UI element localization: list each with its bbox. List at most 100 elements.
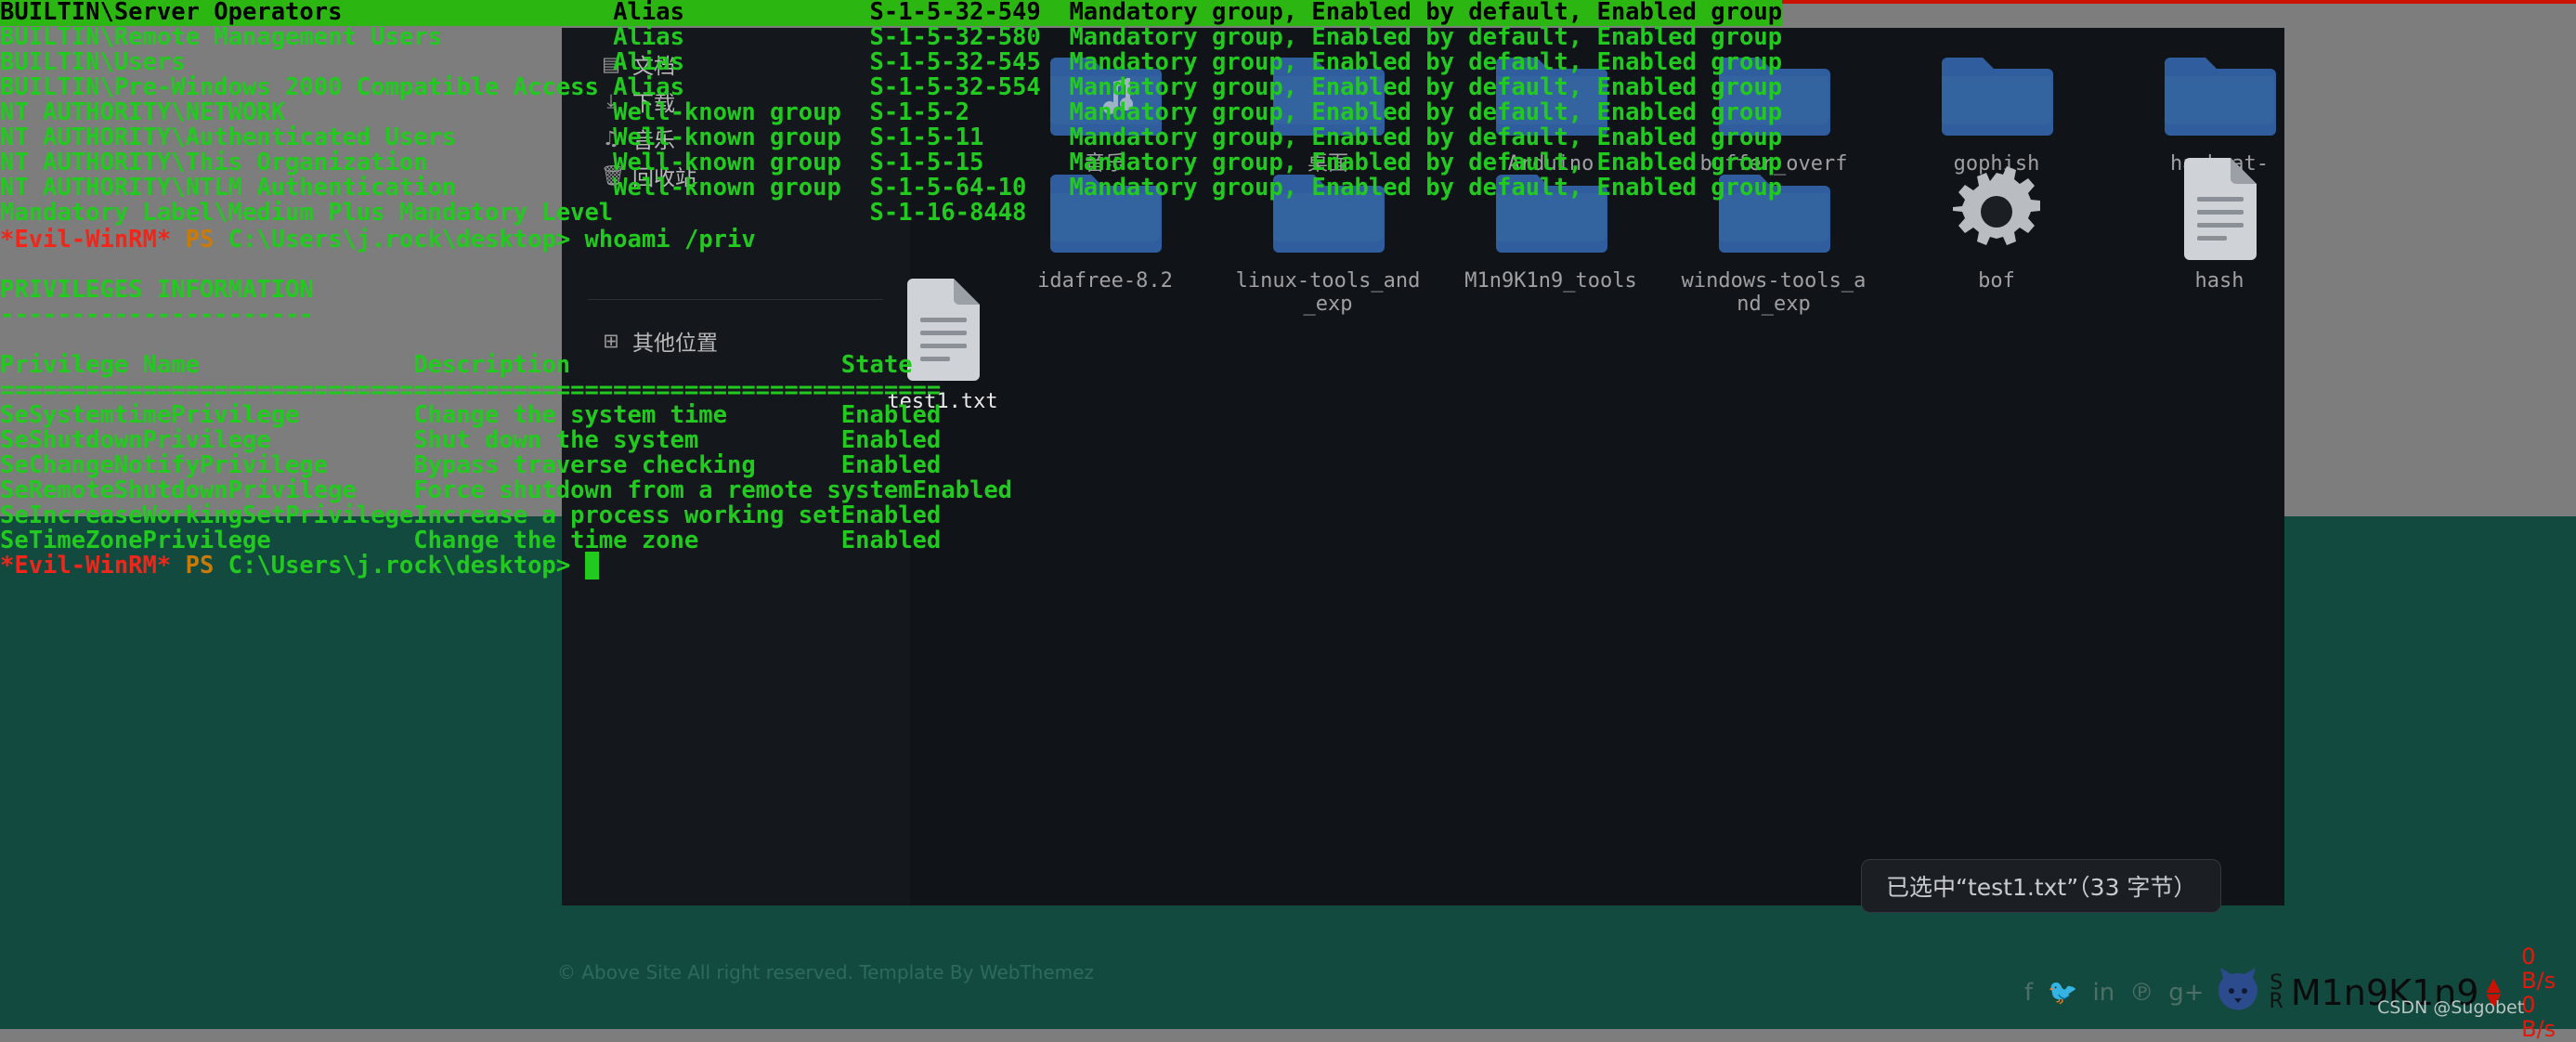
- sr-label-bottom: R: [2269, 990, 2283, 1013]
- privilege-name: SeIncreaseWorkingSetPrivilege: [0, 501, 414, 529]
- terminal-prompt-line[interactable]: *Evil-WinRM* PS C:\Users\j.rock\desktop>…: [0, 228, 2576, 253]
- group-type: Alias: [613, 73, 870, 101]
- group-type: Alias: [613, 0, 870, 26]
- privileges-heading-rule: ----------------------: [0, 301, 314, 329]
- prompt-command: whoami /priv: [584, 226, 756, 254]
- group-name: NT AUTHORITY\Authenticated Users: [0, 124, 614, 151]
- privilege-description: Shut down the system: [413, 426, 841, 454]
- group-name: BUILTIN\Users: [0, 48, 614, 76]
- group-attrs: Mandatory group, Enabled by default, Ena…: [1069, 73, 1783, 101]
- group-type: Alias: [613, 48, 870, 76]
- privilege-state: Enabled: [840, 401, 942, 429]
- groups-row: Mandatory Label\Medium Plus Mandatory Le…: [0, 201, 2576, 226]
- prompt-shell: PS: [185, 552, 215, 580]
- groups-row-highlighted: BUILTIN\Server Operators Alias S-1-5-32-…: [0, 0, 1783, 26]
- privilege-row: SeChangeNotifyPrivilege Bypass traverse …: [0, 453, 2576, 478]
- taskbar[interactable]: f 🐦 in ℗ g+ S R M1n9K1n9 ▲ ▼ 0 B/s 0 B/s: [2024, 944, 2576, 1041]
- terminal-cursor: [584, 552, 599, 580]
- pinterest-icon[interactable]: ℗: [2129, 979, 2153, 1007]
- template-credit-watermark: © Above Site All right reserved. Templat…: [557, 961, 1094, 983]
- group-name: BUILTIN\Pre-Windows 2000 Compatible Acce…: [0, 73, 614, 101]
- group-sid: S-1-5-15: [869, 149, 1070, 176]
- group-name: NT AUTHORITY\This Organization: [0, 149, 614, 176]
- groups-row: NT AUTHORITY\Authenticated Users Well-kn…: [0, 125, 2576, 150]
- groups-row: BUILTIN\Remote Management Users Alias S-…: [0, 25, 2576, 50]
- rule-description: ==============================: [413, 376, 841, 404]
- privilege-name: SeSystemtimePrivilege: [0, 401, 414, 429]
- prompt-tag: *Evil-WinRM*: [0, 552, 172, 580]
- prompt-path: C:\Users\j.rock\desktop>: [228, 552, 571, 580]
- twitter-icon[interactable]: 🐦: [2048, 979, 2077, 1007]
- privilege-description-header: Description: [413, 351, 841, 379]
- sr-label: S R: [2269, 973, 2283, 1013]
- network-speeds: 0 B/s 0 B/s: [2521, 944, 2576, 1041]
- group-type: [613, 199, 869, 227]
- group-name: NT AUTHORITY\NETWORK: [0, 98, 614, 126]
- social-icon-row: f 🐦 in ℗ g+: [2024, 979, 2205, 1007]
- group-type: Well-known group: [613, 149, 870, 176]
- group-sid: S-1-5-2: [869, 98, 1070, 126]
- privilege-name: SeRemoteShutdownPrivilege: [0, 476, 414, 504]
- privilege-row: SeTimeZonePrivilege Change the time zone…: [0, 528, 2576, 554]
- googleplus-icon[interactable]: g+: [2168, 979, 2204, 1007]
- group-name: BUILTIN\Remote Management Users: [0, 23, 614, 51]
- group-type: Well-known group: [613, 174, 870, 202]
- rule-state: =======: [840, 376, 942, 404]
- privilege-description: Increase a process working set: [413, 501, 841, 529]
- group-name: BUILTIN\Server Operators: [0, 0, 614, 26]
- group-attrs: Mandatory group, Enabled by default, Ena…: [1069, 48, 1783, 76]
- group-attrs: Mandatory group, Enabled by default, Ena…: [1069, 23, 1783, 51]
- terminal-output[interactable]: BUILTIN\Server Operators Alias S-1-5-32-…: [0, 0, 2576, 1029]
- prompt-path: C:\Users\j.rock\desktop>: [228, 226, 571, 254]
- privilege-state-header: State: [840, 351, 913, 379]
- group-sid: S-1-5-11: [869, 124, 1070, 151]
- privilege-state: Enabled: [840, 527, 942, 554]
- privilege-row: SeSystemtimePrivilege Change the system …: [0, 403, 2576, 428]
- group-type: Well-known group: [613, 98, 870, 126]
- privilege-row: SeRemoteShutdownPrivilege Force shutdown…: [0, 478, 2576, 503]
- privilege-description: Bypass traverse checking: [413, 451, 841, 479]
- group-sid: S-1-5-32-549: [869, 0, 1070, 26]
- privilege-state: Enabled: [912, 476, 1013, 504]
- privileges-header-row: Privilege Name Description State: [0, 353, 2576, 378]
- group-type: Well-known group: [613, 124, 870, 151]
- group-attrs: Mandatory group, Enabled by default, Ena…: [1069, 149, 1783, 176]
- network-monitor-widget[interactable]: S R M1n9K1n9 ▲ ▼ 0 B/s 0 B/s: [2214, 944, 2576, 1041]
- privilege-state: Enabled: [840, 426, 942, 454]
- privilege-description: Change the time zone: [413, 527, 841, 554]
- privilege-description: Change the system time: [413, 401, 841, 429]
- privileges-heading: PRIVILEGES INFORMATION: [0, 276, 314, 304]
- privilege-description: Force shutdown from a remote system: [413, 476, 913, 504]
- group-sid: S-1-16-8448: [869, 199, 1070, 227]
- group-attrs: Mandatory group, Enabled by default, Ena…: [1069, 0, 1783, 26]
- privilege-name-header: Privilege Name: [0, 351, 414, 379]
- download-speed: 0 B/s: [2521, 992, 2556, 1042]
- privilege-row: SeShutdownPrivilege Shut down the system…: [0, 428, 2576, 453]
- group-attrs: Mandatory group, Enabled by default, Ena…: [1069, 174, 1783, 202]
- facebook-icon[interactable]: f: [2024, 979, 2033, 1007]
- linkedin-icon[interactable]: in: [2093, 979, 2115, 1007]
- group-sid: S-1-5-32-554: [869, 73, 1070, 101]
- prompt-shell: PS: [185, 226, 215, 254]
- privilege-state: Enabled: [840, 451, 942, 479]
- privilege-name: SeShutdownPrivilege: [0, 426, 414, 454]
- groups-row: NT AUTHORITY\This Organization Well-know…: [0, 150, 2576, 176]
- terminal-prompt-line-active[interactable]: *Evil-WinRM* PS C:\Users\j.rock\desktop>: [0, 552, 2576, 580]
- group-attrs: Mandatory group, Enabled by default, Ena…: [1069, 124, 1783, 151]
- group-sid: S-1-5-32-545: [869, 48, 1070, 76]
- group-sid: S-1-5-32-580: [869, 23, 1070, 51]
- groups-row: NT AUTHORITY\NETWORK Well-known group S-…: [0, 100, 2576, 125]
- group-attrs: Mandatory group, Enabled by default, Ena…: [1069, 98, 1783, 126]
- group-sid: S-1-5-64-10: [869, 174, 1070, 202]
- group-name: NT AUTHORITY\NTLM Authentication: [0, 174, 614, 202]
- privileges-header-rule: ========================================…: [0, 378, 2576, 403]
- group-name: Mandatory Label\Medium Plus Mandatory Le…: [0, 199, 614, 227]
- rule-name: =============================: [0, 376, 414, 404]
- group-type: Alias: [613, 23, 870, 51]
- prompt-tag: *Evil-WinRM*: [0, 226, 172, 254]
- cat-avatar-icon: [2214, 965, 2262, 1021]
- csdn-watermark: CSDN @Sugobet: [2377, 997, 2525, 1018]
- upload-speed: 0 B/s: [2521, 944, 2556, 994]
- privilege-name: SeTimeZonePrivilege: [0, 527, 414, 554]
- groups-row: BUILTIN\Users Alias S-1-5-32-545 Mandato…: [0, 50, 2576, 75]
